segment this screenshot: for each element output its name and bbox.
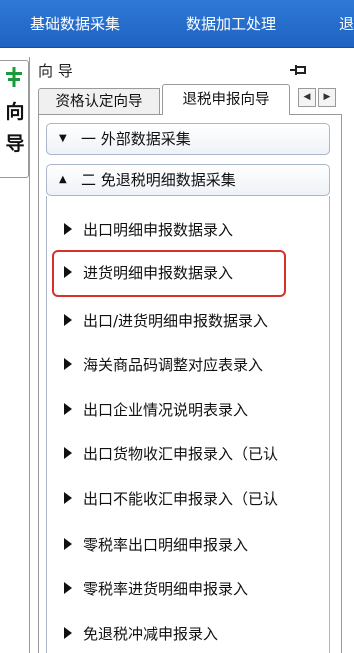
menu-item-basic-data-collection[interactable]: 基础数据采集	[30, 12, 120, 36]
triangle-right-icon	[64, 626, 72, 639]
triangle-right-icon	[64, 491, 72, 504]
side-tab-guide[interactable]: 向 导	[0, 60, 29, 178]
list-item-export-detail-entry[interactable]: 出口明细申报数据录入	[64, 217, 323, 243]
side-tab-label-1: 向	[5, 101, 25, 123]
tab-scroll-left-icon[interactable]: ◀	[298, 88, 316, 107]
triangle-right-icon	[64, 581, 72, 594]
triangle-right-icon	[64, 313, 72, 326]
list-item-customs-code-mapping-entry[interactable]: 海关商品码调整对应表录入	[64, 352, 323, 378]
expand-arrow-icon: ▼	[59, 133, 67, 144]
tab-qualification-guide[interactable]: 资格认定向导	[38, 88, 160, 115]
triangle-right-icon	[64, 357, 72, 370]
triangle-right-icon	[64, 446, 72, 459]
list-item-export-purchase-detail-entry[interactable]: 出口/进货明细申报数据录入	[64, 308, 323, 334]
section-label: 一 外部数据采集	[81, 130, 191, 148]
list-item-no-forex-receipt-entry[interactable]: 出口不能收汇申报录入（已认	[64, 486, 323, 512]
triangle-right-icon	[64, 537, 72, 550]
menu-item-data-processing[interactable]: 数据加工处理	[186, 12, 276, 36]
panel-title: 向 导	[38, 62, 73, 80]
list-item-zero-rate-export-entry[interactable]: 零税率出口明细申报录入	[64, 532, 323, 558]
section-refund-detail-collection[interactable]: ▲ 二 免退税明细数据采集	[46, 164, 330, 196]
tab-refund-declaration-guide[interactable]: 退税申报向导	[162, 84, 290, 115]
section-external-data-collection[interactable]: ▼ 一 外部数据采集	[46, 123, 330, 155]
pushpin-icon[interactable]	[290, 63, 308, 77]
top-menu-bar: 基础数据采集 数据加工处理 退	[0, 0, 354, 48]
pin-icon	[6, 67, 22, 87]
list-item-zero-rate-purchase-entry[interactable]: 零税率进货明细申报录入	[64, 576, 323, 602]
list-item-enterprise-explanation-entry[interactable]: 出口企业情况说明表录入	[64, 397, 323, 423]
side-tab-label-2: 导	[5, 133, 25, 155]
section-label: 二 免退税明细数据采集	[81, 171, 236, 189]
menu-item-tax-refund[interactable]: 退	[339, 12, 354, 36]
list-item-refund-offset-entry[interactable]: 免退税冲减申报录入	[64, 621, 323, 647]
triangle-right-icon	[64, 222, 72, 235]
list-item-forex-receipt-entry[interactable]: 出口货物收汇申报录入（已认	[64, 441, 323, 467]
tab-scroll-right-icon[interactable]: ▶	[318, 88, 336, 107]
highlight-box	[52, 250, 286, 297]
collapse-arrow-icon: ▲	[59, 174, 67, 185]
triangle-right-icon	[64, 402, 72, 415]
